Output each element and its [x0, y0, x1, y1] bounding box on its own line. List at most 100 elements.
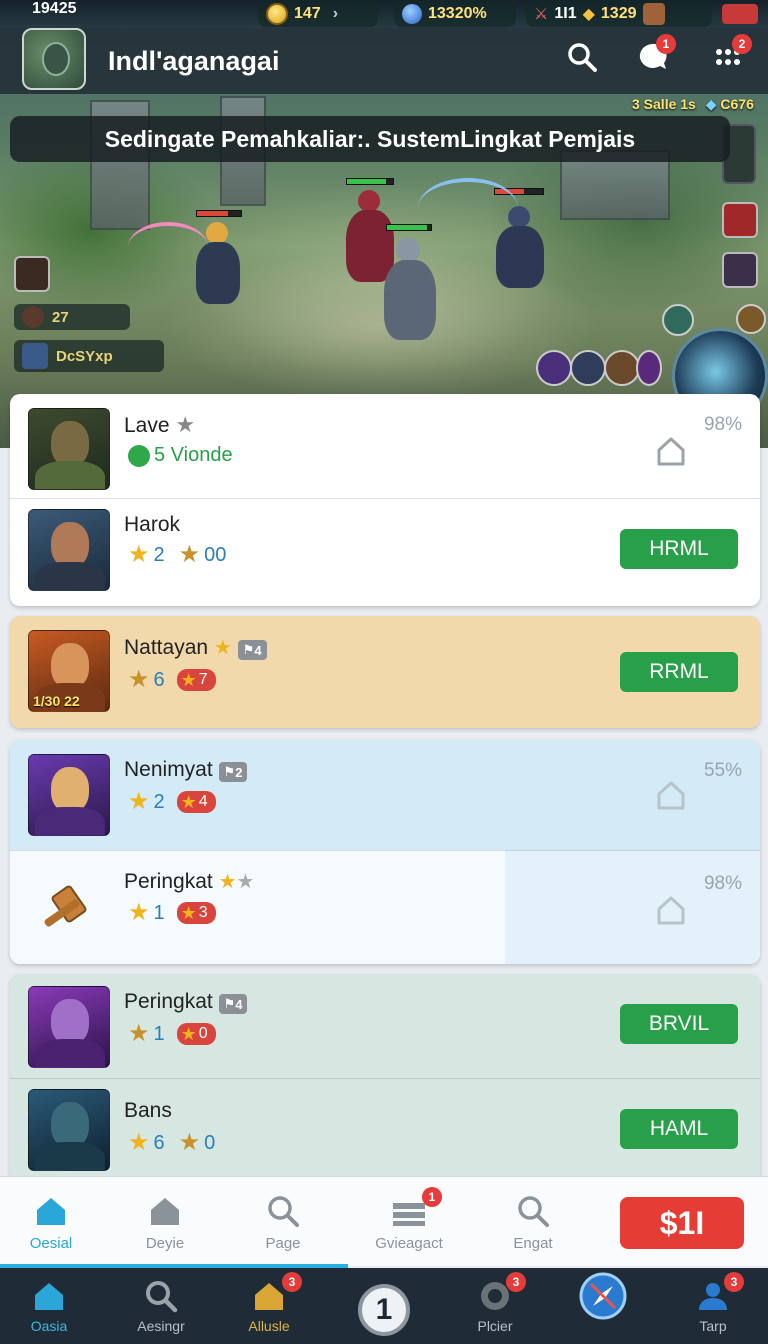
list-item[interactable]: Peringkat ★★ ★ 1 ★ 3 98%: [10, 850, 760, 964]
buy-button[interactable]: $1I: [620, 1197, 744, 1249]
list-item[interactable]: 1/30 22 Nattayan ★ ⚑ 4 ★ 6 ★ 7 RRML: [10, 616, 760, 728]
player-avatar-icon: [22, 306, 44, 328]
compass-icon: [579, 1272, 627, 1320]
rating-pill: ★ 7: [176, 669, 216, 691]
tab-home-main[interactable]: Oasia: [0, 1276, 104, 1334]
rank-badge: ⚑ 2: [218, 762, 248, 782]
player-chip[interactable]: 27: [14, 304, 130, 330]
menu-button[interactable]: 2: [708, 34, 752, 80]
secondary-tab-bar: Oesial Deyie Page 1 Gvieagact Engat $1I: [0, 1176, 768, 1266]
star-icon: ★: [128, 1129, 150, 1156]
skill-icon[interactable]: [536, 350, 572, 386]
search-icon: [518, 1196, 549, 1227]
skill-icon[interactable]: [636, 350, 662, 386]
star-icon: ★: [178, 1129, 201, 1156]
tab-page[interactable]: Page: [228, 1191, 338, 1252]
ability-icon[interactable]: [722, 252, 758, 288]
app-title: Indl'aganagai: [108, 46, 280, 76]
rating-pill: ★ 0: [176, 1023, 216, 1045]
action-button[interactable]: RRML: [620, 652, 738, 692]
star-icon: ★: [128, 899, 150, 926]
leaderboard-card: 1/30 22 Nattayan ★ ⚑ 4 ★ 6 ★ 7 RRML: [10, 616, 760, 728]
star-icon: ★: [128, 541, 150, 568]
app-header: Indl'aganagai 1 2: [0, 28, 768, 94]
hero-name: Peringkat ★★: [124, 870, 255, 893]
player-chip-name: DcSYxp: [56, 347, 113, 365]
player-chip[interactable]: DcSYxp: [14, 340, 164, 372]
center-play-button[interactable]: 1: [358, 1284, 410, 1336]
hammer-icon: [28, 867, 110, 949]
sword-slash: [418, 178, 518, 238]
leaderboard-card: Lave ★ 5 Vionde 98% Harok ★ 2 ★ 00 HRML: [10, 394, 760, 606]
star-icon: ★: [213, 637, 232, 659]
hero-rating: ★ 2 ★ 00: [128, 541, 227, 568]
tab-home[interactable]: Oesial: [0, 1191, 106, 1252]
tab-compass-main[interactable]: [548, 1272, 658, 1320]
home-outline-icon[interactable]: [654, 778, 688, 812]
hero-thumbnail: [28, 986, 110, 1068]
gem-icon: [402, 3, 422, 24]
search-button[interactable]: [562, 40, 602, 80]
tab-player-main[interactable]: 3 Plcier: [440, 1272, 550, 1334]
star-icon: ★: [128, 666, 150, 693]
skill-icon[interactable]: [736, 304, 766, 334]
hero-name: Peringkat ⚑ 4: [124, 990, 248, 1014]
hero-rating: ★ 1 ★ 3: [128, 901, 216, 925]
leaderboard-card: Nenimyat ⚑2 ★ 2 ★4 55% Peringkat ★★ ★: [10, 740, 760, 964]
list-item[interactable]: Harok ★ 2 ★ 00 HRML: [10, 498, 760, 606]
tab-engat[interactable]: Engat: [478, 1191, 588, 1252]
chat-button[interactable]: 1: [632, 34, 676, 80]
clock-time: 19425: [32, 0, 77, 17]
main-tab-bar: Oasia Aesingr 3 Allusle 1 3 Plcier 3 Tar…: [0, 1268, 768, 1344]
rank-badge: ⚑ 4: [218, 994, 248, 1014]
gem-counter[interactable]: 13320%: [394, 0, 516, 27]
battery-icon: [722, 4, 758, 24]
home-outline-icon[interactable]: [654, 893, 688, 927]
tab-base-main[interactable]: 3 Allusle: [214, 1272, 324, 1334]
ability-icon[interactable]: [722, 202, 758, 238]
star-icon: ★: [128, 788, 150, 815]
coin-icon: [266, 2, 288, 25]
list-item[interactable]: Peringkat ⚑ 4 ★ 1 ★ 0 BRVIL: [10, 974, 760, 1078]
skill-icon[interactable]: [570, 350, 606, 386]
action-button[interactable]: BRVIL: [620, 1004, 738, 1044]
win-rate: 98%: [703, 873, 742, 894]
player-badge: 3: [506, 1272, 526, 1292]
star-icon: ★: [180, 670, 197, 690]
hero-thumbnail: 1/30 22: [28, 630, 110, 712]
resource-counter[interactable]: ⚔ 1I1 ◆ 1329: [526, 0, 712, 27]
player-avatar-icon: [22, 343, 48, 369]
messages-badge: 1: [422, 1187, 442, 1207]
star-icon: ★: [180, 1024, 197, 1044]
star-icon: ★: [178, 541, 201, 568]
win-rate: 55%: [703, 760, 742, 781]
tab-messages[interactable]: 1 Gvieagact: [354, 1187, 464, 1252]
list-item[interactable]: Bans ★ 6 ★ 0 HAML: [10, 1078, 760, 1176]
ability-icon[interactable]: [14, 256, 50, 292]
win-rate: 98%: [703, 414, 742, 435]
coin-counter[interactable]: 147 ›: [258, 0, 378, 27]
base-badge: 3: [282, 1272, 302, 1292]
energy-blast: [128, 222, 208, 272]
star-icon: ★: [236, 871, 255, 893]
action-button[interactable]: HAML: [620, 1109, 738, 1149]
search-icon: [146, 1281, 178, 1313]
tab-shop[interactable]: Deyie: [110, 1191, 220, 1252]
list-item[interactable]: Nenimyat ⚑ 2 ★ 2 ★ 4 55%: [10, 740, 760, 850]
rating-pill: ★ 4: [176, 791, 216, 813]
action-button[interactable]: HRML: [620, 529, 738, 569]
list-item[interactable]: Lave ★ 5 Vionde 98%: [10, 394, 760, 498]
tab-team-main[interactable]: 3 Tarp: [658, 1272, 768, 1334]
event-banner[interactable]: Sedingate Pemahkaliar:. SustemLingkat Pe…: [10, 116, 730, 162]
hero-name: Bans: [124, 1099, 172, 1122]
hero-thumbnail: [28, 1089, 110, 1171]
hero-rating: ★ 2 ★ 4: [128, 790, 216, 814]
skill-icon[interactable]: [604, 350, 640, 386]
tab-search-main[interactable]: Aesingr: [106, 1276, 216, 1334]
star-icon: ★: [128, 1020, 150, 1047]
leaderboard-card: Peringkat ⚑ 4 ★ 1 ★ 0 BRVIL Bans ★ 6 ★ 0 H…: [10, 974, 760, 1176]
profile-avatar[interactable]: [22, 28, 86, 90]
hero-status: 5 Vionde: [128, 444, 233, 467]
home-outline-icon[interactable]: [654, 434, 688, 468]
skill-icon[interactable]: [662, 304, 694, 336]
